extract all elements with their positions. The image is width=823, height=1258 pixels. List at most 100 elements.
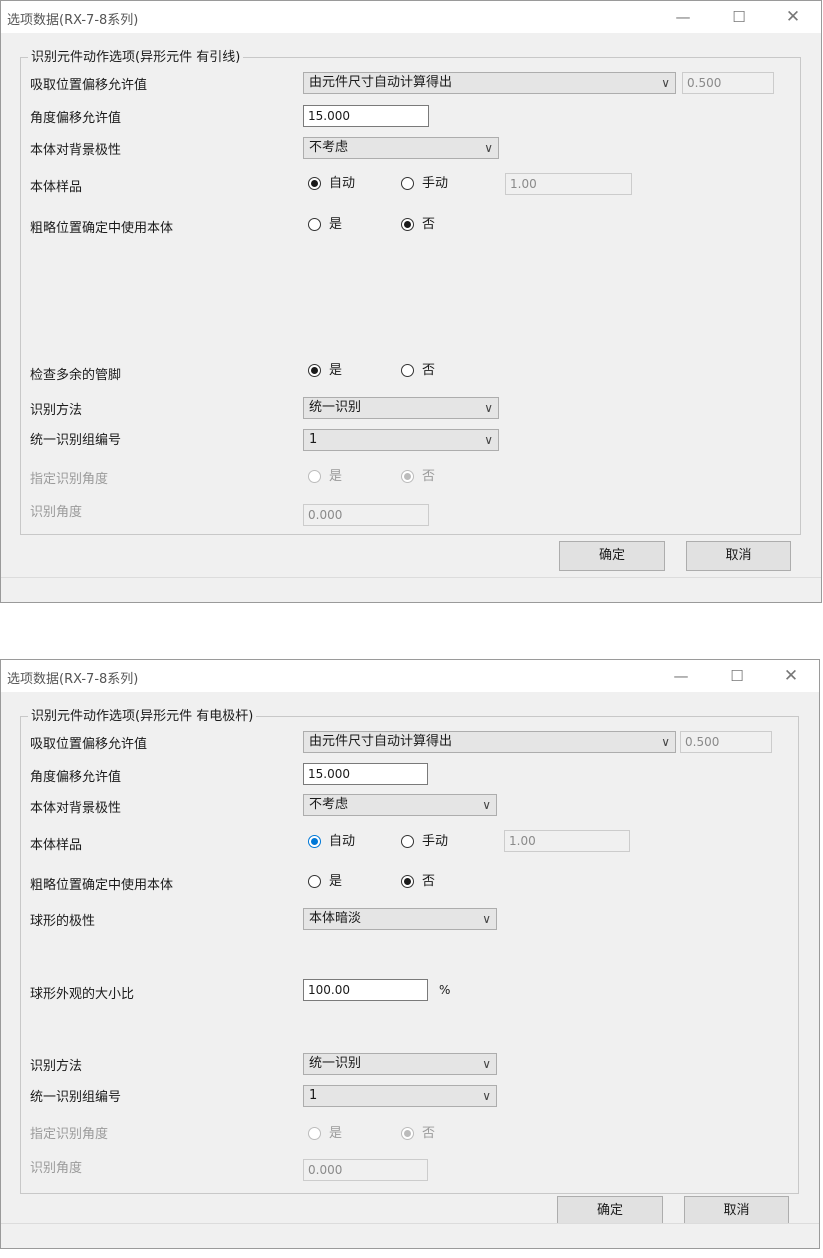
- ball-size-ratio-label: 球形外观的大小比: [30, 987, 135, 1002]
- pickup-offset-selected: 由元件尺寸自动计算得出: [309, 75, 453, 90]
- recognition-method-selected: 统一识别: [309, 400, 362, 415]
- radio-label: 自动: [329, 176, 356, 191]
- rough-position-no-radio[interactable]: 否: [401, 873, 435, 891]
- pickup-offset-label: 吸取位置偏移允许值: [30, 78, 148, 93]
- body-polarity-label: 本体对背景极性: [30, 801, 122, 816]
- body-sample-label: 本体样品: [30, 838, 83, 853]
- recognition-method-select[interactable]: 统一识别 ∨: [303, 397, 499, 419]
- radio-unselected-icon: [308, 470, 321, 483]
- group-title: 识别元件动作选项(异形元件 有引线): [28, 46, 244, 65]
- pickup-offset-select[interactable]: 由元件尺寸自动计算得出 ∨: [303, 731, 676, 753]
- ok-button[interactable]: 确定: [559, 541, 665, 571]
- window-title: 选项数据(RX-7-8系列): [7, 672, 139, 687]
- radio-label: 否: [422, 363, 436, 378]
- recognition-method-label: 识别方法: [30, 403, 83, 418]
- recognition-angle-label: 识别角度: [30, 505, 83, 520]
- recognition-group-select[interactable]: 1 ∨: [303, 1085, 497, 1107]
- radio-label: 是: [329, 1126, 343, 1141]
- chevron-down-icon: ∨: [482, 912, 491, 926]
- radio-unselected-icon: [401, 835, 414, 848]
- radio-selected-icon: [308, 835, 321, 848]
- recognition-angle-value: 0.000: [303, 1159, 428, 1181]
- body-sample-manual-radio[interactable]: 手动: [401, 175, 448, 193]
- recognition-angle-label: 识别角度: [30, 1161, 83, 1176]
- close-icon[interactable]: ✕: [773, 5, 813, 29]
- chevron-down-icon: ∨: [482, 798, 491, 812]
- body-sample-auto-radio[interactable]: 自动: [308, 833, 355, 851]
- chevron-down-icon: ∨: [661, 76, 670, 90]
- cancel-button[interactable]: 取消: [684, 1196, 789, 1226]
- radio-selected-icon: [401, 218, 414, 231]
- radio-label: 否: [422, 217, 436, 232]
- body-polarity-select[interactable]: 不考虑 ∨: [303, 137, 499, 159]
- minimize-icon[interactable]: —: [663, 5, 703, 29]
- recognition-group-select[interactable]: 1 ∨: [303, 429, 499, 451]
- radio-selected-icon: [401, 470, 414, 483]
- recognition-group-selected: 1: [309, 1088, 318, 1103]
- radio-selected-icon: [401, 1127, 414, 1140]
- maximize-icon[interactable]: ☐: [719, 5, 759, 29]
- options-groupbox: [20, 716, 799, 1194]
- pickup-offset-selected: 由元件尺寸自动计算得出: [309, 734, 453, 749]
- body-polarity-selected: 不考虑: [309, 797, 349, 812]
- body-sample-value: 1.00: [505, 173, 632, 195]
- rough-position-label: 粗略位置确定中使用本体: [30, 878, 174, 893]
- body-polarity-select[interactable]: 不考虑 ∨: [303, 794, 497, 816]
- angle-offset-label: 角度偏移允许值: [30, 111, 122, 126]
- pickup-offset-value: 0.500: [680, 731, 772, 753]
- ball-size-ratio-input[interactable]: 100.00: [303, 979, 428, 1001]
- rough-position-yes-radio[interactable]: 是: [308, 873, 342, 891]
- specify-angle-yes-radio: 是: [308, 468, 342, 486]
- radio-label: 手动: [422, 176, 449, 191]
- radio-label: 是: [329, 217, 343, 232]
- rough-position-no-radio[interactable]: 否: [401, 216, 435, 234]
- rough-position-yes-radio[interactable]: 是: [308, 216, 342, 234]
- radio-unselected-icon: [308, 218, 321, 231]
- radio-unselected-icon: [401, 177, 414, 190]
- check-extra-pins-yes-radio[interactable]: 是: [308, 362, 342, 380]
- radio-unselected-icon: [308, 875, 321, 888]
- check-extra-pins-no-radio[interactable]: 否: [401, 362, 435, 380]
- chevron-down-icon: ∨: [482, 1089, 491, 1103]
- pickup-offset-select[interactable]: 由元件尺寸自动计算得出 ∨: [303, 72, 676, 94]
- percent-unit: %: [439, 983, 451, 997]
- radio-label: 是: [329, 874, 343, 889]
- radio-label: 是: [329, 363, 343, 378]
- status-bar: [1, 1223, 819, 1248]
- specify-angle-label: 指定识别角度: [30, 1127, 109, 1142]
- window-title: 选项数据(RX-7-8系列): [7, 13, 139, 28]
- angle-offset-input[interactable]: 15.000: [303, 105, 429, 127]
- ball-polarity-select[interactable]: 本体暗淡 ∨: [303, 908, 497, 930]
- chevron-down-icon: ∨: [484, 433, 493, 447]
- recognition-method-label: 识别方法: [30, 1059, 83, 1074]
- options-dialog-electrode: 选项数据(RX-7-8系列) — ☐ ✕ 识别元件动作选项(异形元件 有电极杆)…: [0, 659, 820, 1249]
- angle-offset-input[interactable]: 15.000: [303, 763, 428, 785]
- options-groupbox: [20, 57, 801, 535]
- specify-angle-label: 指定识别角度: [30, 472, 109, 487]
- group-title: 识别元件动作选项(异形元件 有电极杆): [28, 705, 257, 724]
- options-dialog-leaded: 选项数据(RX-7-8系列) — ☐ ✕ 识别元件动作选项(异形元件 有引线) …: [0, 0, 822, 603]
- radio-label: 否: [422, 874, 436, 889]
- specify-angle-no-radio: 否: [401, 1125, 435, 1143]
- angle-offset-label: 角度偏移允许值: [30, 770, 122, 785]
- title-bar: 选项数据(RX-7-8系列) — ☐ ✕: [1, 660, 819, 692]
- rough-position-label: 粗略位置确定中使用本体: [30, 221, 174, 236]
- close-icon[interactable]: ✕: [771, 664, 811, 688]
- body-sample-label: 本体样品: [30, 180, 83, 195]
- radio-label: 自动: [329, 834, 356, 849]
- radio-label: 手动: [422, 834, 449, 849]
- radio-unselected-icon: [308, 1127, 321, 1140]
- ok-button[interactable]: 确定: [557, 1196, 663, 1226]
- pickup-offset-label: 吸取位置偏移允许值: [30, 737, 148, 752]
- recognition-method-select[interactable]: 统一识别 ∨: [303, 1053, 497, 1075]
- body-sample-manual-radio[interactable]: 手动: [401, 833, 448, 851]
- recognition-group-label: 统一识别组编号: [30, 1090, 122, 1105]
- body-sample-auto-radio[interactable]: 自动: [308, 175, 355, 193]
- minimize-icon[interactable]: —: [661, 664, 701, 688]
- maximize-icon[interactable]: ☐: [717, 664, 757, 688]
- radio-label: 是: [329, 469, 343, 484]
- cancel-button[interactable]: 取消: [686, 541, 791, 571]
- radio-selected-icon: [401, 875, 414, 888]
- chevron-down-icon: ∨: [484, 401, 493, 415]
- radio-selected-icon: [308, 364, 321, 377]
